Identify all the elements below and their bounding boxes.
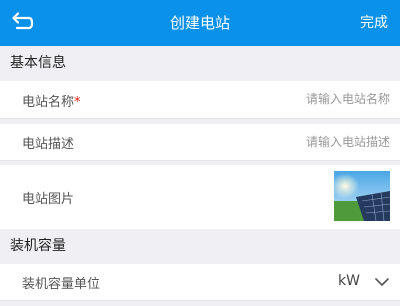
required-mark: * [74, 95, 81, 110]
section-header-capacity: 装机容量 [0, 229, 400, 264]
chevron-down-icon [374, 274, 390, 293]
capacity-unit-label: 装机容量单位 [22, 277, 101, 292]
station-image-row: 电站图片 [0, 165, 400, 229]
station-desc-row: 电站描述 [0, 124, 400, 160]
done-button[interactable]: 完成 [360, 13, 388, 33]
station-desc-input[interactable] [190, 131, 390, 153]
page-title: 创建电站 [169, 14, 230, 32]
station-desc-label: 电站描述 [22, 137, 75, 152]
solar-panel-photo-icon[interactable] [334, 171, 390, 221]
back-arrow-icon[interactable] [8, 9, 36, 37]
capacity-unit-select[interactable]: kW [330, 264, 390, 300]
row-divider [0, 118, 400, 119]
row-divider [0, 160, 400, 161]
station-name-label: 电站名称* [22, 95, 81, 110]
nav-bar: 创建电站 完成 [0, 0, 400, 46]
section-header-basic-info: 基本信息 [0, 46, 400, 81]
station-image-label: 电站图片 [22, 192, 75, 207]
row-divider [0, 300, 400, 301]
station-name-row: 电站名称* [0, 81, 400, 118]
capacity-unit-row: 装机容量单位 kW [0, 264, 400, 300]
capacity-unit-value: kW [338, 273, 360, 289]
station-name-input[interactable] [190, 88, 390, 110]
